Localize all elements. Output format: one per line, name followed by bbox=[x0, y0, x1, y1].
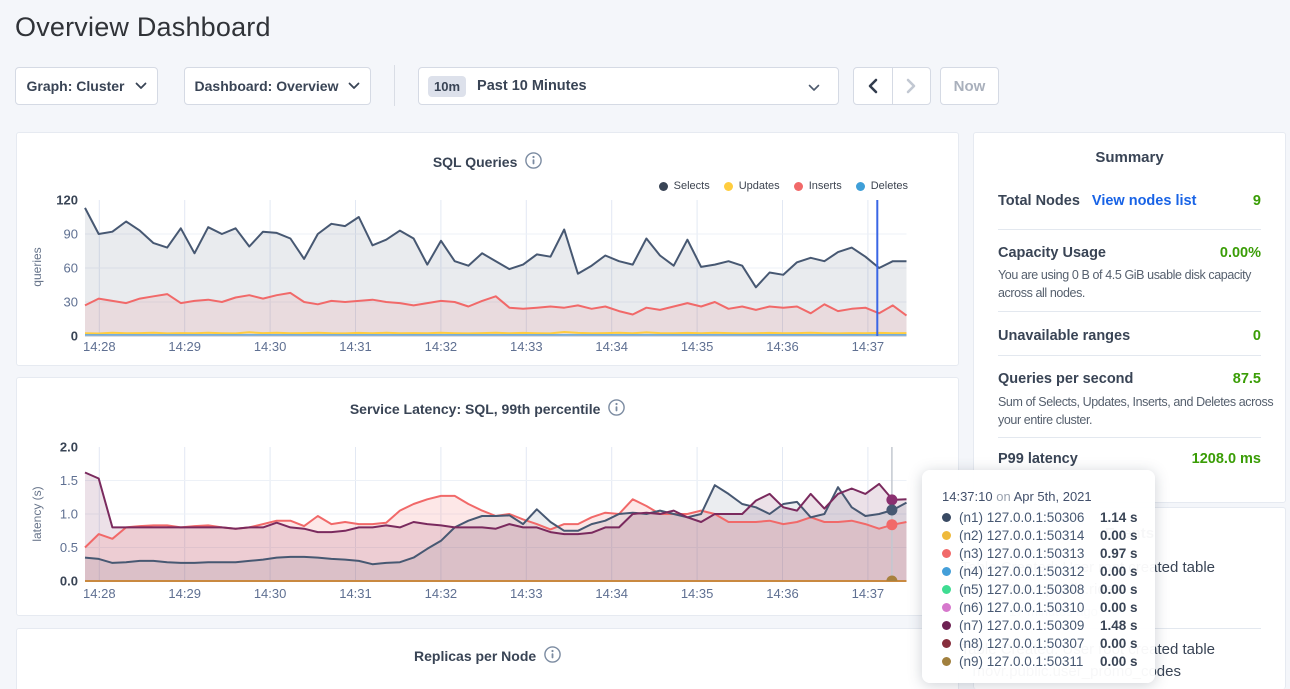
svg-text:14:33: 14:33 bbox=[510, 339, 543, 354]
svg-text:120: 120 bbox=[56, 193, 78, 208]
svg-text:14:34: 14:34 bbox=[595, 339, 628, 354]
svg-text:14:35: 14:35 bbox=[681, 339, 714, 354]
svg-text:14:33: 14:33 bbox=[510, 586, 543, 601]
svg-text:14:31: 14:31 bbox=[339, 339, 372, 354]
svg-text:14:30: 14:30 bbox=[254, 586, 287, 601]
svg-text:14:37: 14:37 bbox=[852, 586, 885, 601]
svg-text:0: 0 bbox=[71, 329, 78, 344]
svg-text:0.0: 0.0 bbox=[60, 574, 78, 589]
svg-text:2.0: 2.0 bbox=[60, 440, 78, 455]
svg-text:60: 60 bbox=[64, 261, 78, 276]
svg-text:14:29: 14:29 bbox=[168, 339, 201, 354]
svg-text:90: 90 bbox=[64, 227, 78, 242]
svg-text:14:28: 14:28 bbox=[83, 586, 116, 601]
svg-text:14:30: 14:30 bbox=[254, 339, 287, 354]
svg-text:14:32: 14:32 bbox=[425, 339, 458, 354]
svg-text:queries: queries bbox=[30, 247, 44, 286]
svg-text:30: 30 bbox=[64, 295, 78, 310]
svg-text:14:34: 14:34 bbox=[595, 586, 628, 601]
svg-text:14:35: 14:35 bbox=[681, 586, 714, 601]
svg-text:14:36: 14:36 bbox=[766, 339, 799, 354]
svg-text:14:31: 14:31 bbox=[339, 586, 372, 601]
svg-text:1.0: 1.0 bbox=[60, 507, 78, 522]
svg-text:14:37: 14:37 bbox=[852, 339, 885, 354]
svg-text:0.5: 0.5 bbox=[60, 540, 78, 555]
svg-text:14:36: 14:36 bbox=[766, 586, 799, 601]
svg-text:1.5: 1.5 bbox=[60, 473, 78, 488]
svg-text:14:32: 14:32 bbox=[425, 586, 458, 601]
svg-text:14:28: 14:28 bbox=[83, 339, 116, 354]
svg-text:14:29: 14:29 bbox=[168, 586, 201, 601]
svg-text:latency (s): latency (s) bbox=[30, 486, 44, 541]
